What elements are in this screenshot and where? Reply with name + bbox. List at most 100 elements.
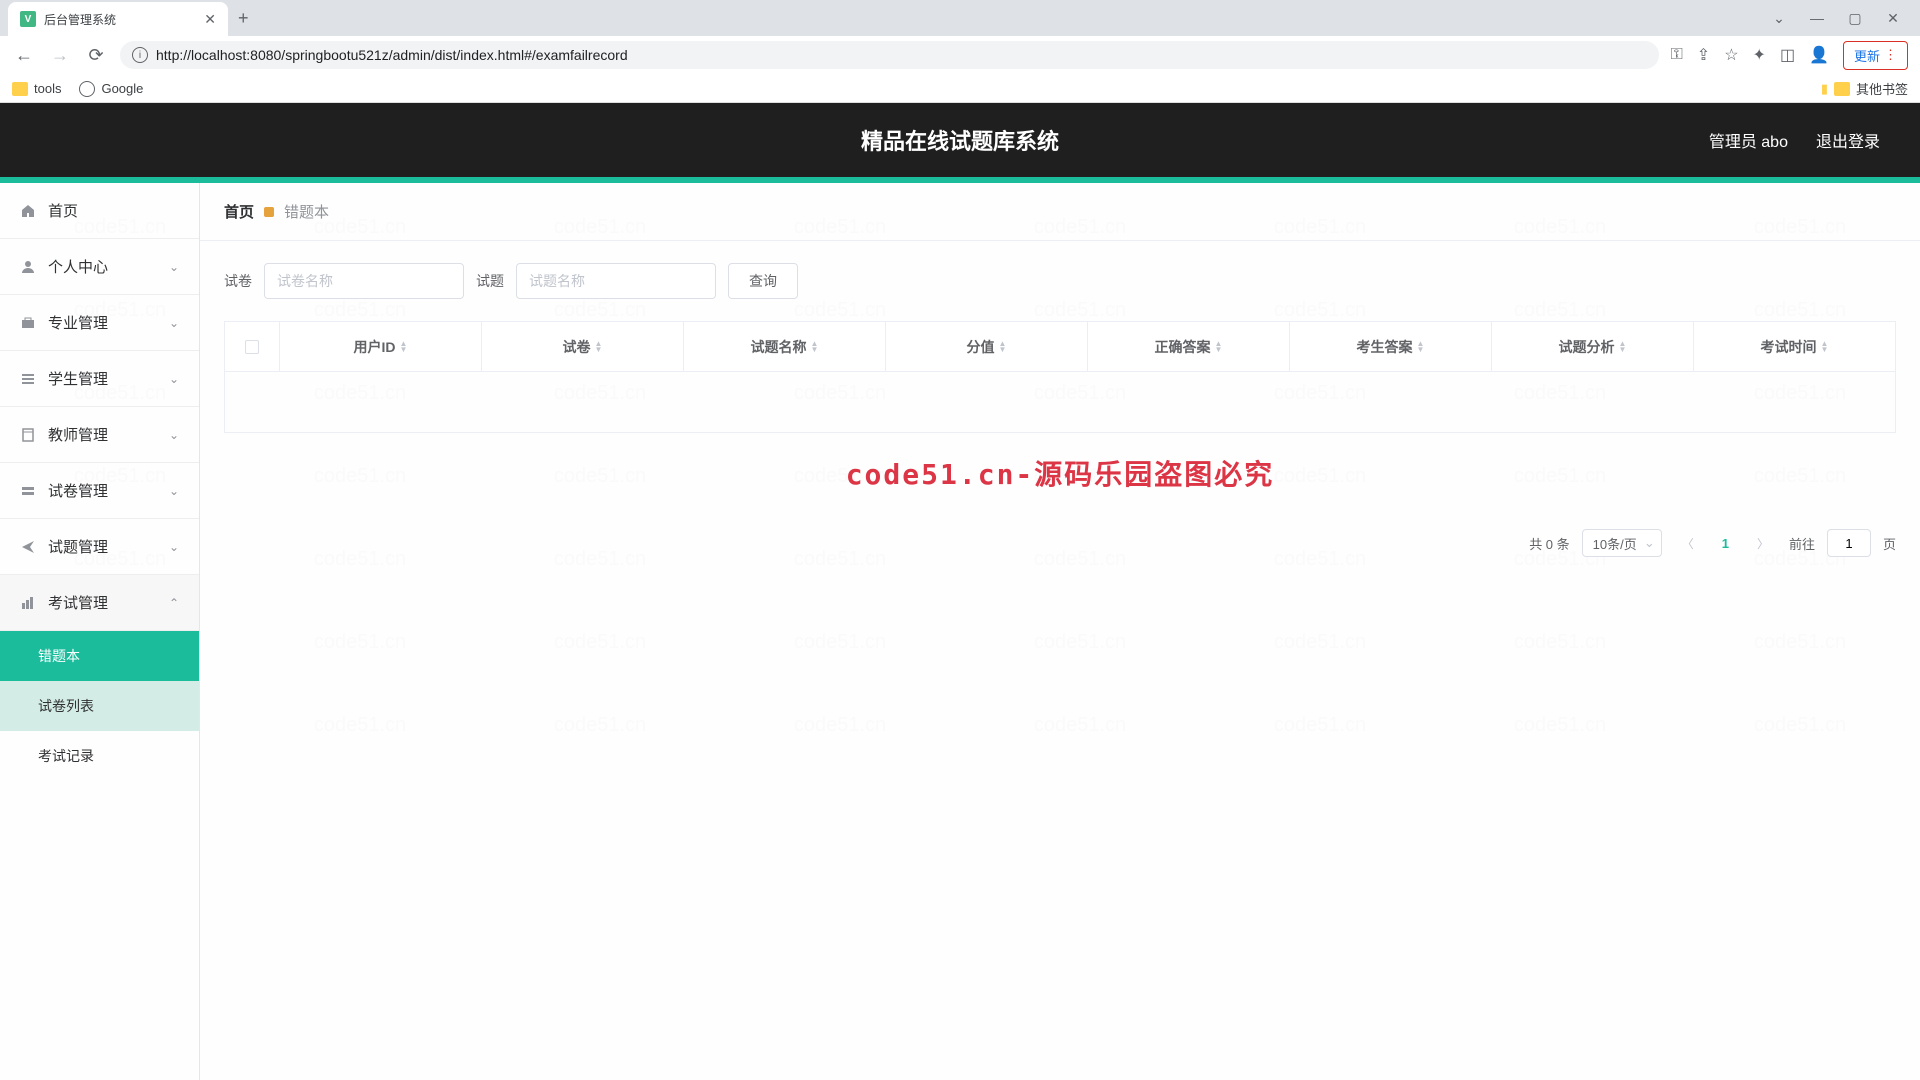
chevron-down-icon[interactable]: ⌄ [1764, 3, 1794, 33]
folder-icon [1834, 82, 1850, 96]
url-text: http://localhost:8080/springbootu521z/ad… [156, 47, 628, 63]
back-icon[interactable]: ← [12, 43, 36, 67]
breadcrumb-home[interactable]: 首页 [224, 201, 254, 222]
address-bar: ← → ⟳ i http://localhost:8080/springboot… [0, 36, 1920, 74]
th-exam-time[interactable]: 考试时间▲▼ [1694, 322, 1895, 371]
sort-icon: ▲▼ [811, 341, 819, 353]
vue-icon: V [20, 11, 36, 27]
submenu-label: 错题本 [38, 646, 80, 666]
data-table: 用户ID▲▼ 试卷▲▼ 试题名称▲▼ 分值▲▼ 正确答案▲▼ 考生答案▲▼ 试题… [224, 321, 1896, 433]
submenu-label: 考试记录 [38, 746, 94, 766]
list-icon [20, 371, 36, 387]
search-button[interactable]: 查询 [728, 263, 798, 299]
page-next-icon[interactable]: 〉 [1749, 529, 1777, 557]
chevron-down-icon: ⌄ [169, 428, 179, 442]
pagination-total: 共 0 条 [1529, 534, 1569, 553]
th-analysis[interactable]: 试题分析▲▼ [1492, 322, 1694, 371]
page-prev-icon[interactable]: 〈 [1674, 529, 1702, 557]
sidepanel-icon[interactable]: ◫ [1780, 45, 1795, 65]
sidebar-item-major[interactable]: 专业管理 ⌄ [0, 295, 199, 351]
bookmark-google[interactable]: Google [79, 81, 143, 97]
app-title: 精品在线试题库系统 [861, 124, 1059, 156]
sidebar-item-home[interactable]: 首页 [0, 183, 199, 239]
th-correct[interactable]: 正确答案▲▼ [1088, 322, 1290, 371]
submenu-paperlist[interactable]: 试卷列表 [0, 681, 199, 731]
submenu-label: 试卷列表 [38, 696, 94, 716]
chevron-down-icon: ⌄ [169, 372, 179, 386]
menu-label: 个人中心 [48, 256, 108, 277]
logout-button[interactable]: 退出登录 [1816, 128, 1880, 152]
user-label[interactable]: 管理员 abo [1709, 128, 1788, 152]
search-question-input[interactable] [516, 263, 716, 299]
sidebar-item-teacher[interactable]: 教师管理 ⌄ [0, 407, 199, 463]
menu-label: 教师管理 [48, 424, 108, 445]
close-window-icon[interactable]: ✕ [1878, 3, 1908, 33]
maximize-icon[interactable]: ▢ [1840, 3, 1870, 33]
send-icon [20, 539, 36, 555]
chevron-down-icon: ⌄ [169, 260, 179, 274]
chevron-up-icon: ⌃ [169, 596, 179, 610]
sort-icon: ▲▼ [400, 341, 408, 353]
share-icon[interactable]: ⇪ [1697, 45, 1710, 65]
th-score[interactable]: 分值▲▼ [886, 322, 1088, 371]
tab-title: 后台管理系统 [44, 11, 116, 28]
profile-icon[interactable]: 👤 [1809, 45, 1829, 65]
sidebar-item-exam[interactable]: 考试管理 ⌃ [0, 575, 199, 631]
sort-icon: ▲▼ [595, 341, 603, 353]
th-paper[interactable]: 试卷▲▼ [482, 322, 684, 371]
tab-bar: V 后台管理系统 ✕ + ⌄ — ▢ ✕ [0, 0, 1920, 36]
breadcrumb: 首页 错题本 [200, 183, 1920, 241]
stack-icon [20, 483, 36, 499]
th-checkbox[interactable] [225, 322, 280, 371]
th-userid[interactable]: 用户ID▲▼ [280, 322, 482, 371]
sort-icon: ▲▼ [1417, 341, 1425, 353]
star-icon[interactable]: ☆ [1724, 45, 1738, 65]
app-header: 精品在线试题库系统 管理员 abo 退出登录 [0, 103, 1920, 177]
table-header: 用户ID▲▼ 试卷▲▼ 试题名称▲▼ 分值▲▼ 正确答案▲▼ 考生答案▲▼ 试题… [225, 322, 1895, 372]
new-tab-button[interactable]: + [228, 8, 259, 29]
submenu-record[interactable]: 考试记录 [0, 731, 199, 781]
folder-icon [12, 82, 28, 96]
briefcase-icon [20, 315, 36, 331]
menu-label: 专业管理 [48, 312, 108, 333]
minimize-icon[interactable]: — [1802, 3, 1832, 33]
close-icon[interactable]: ✕ [204, 11, 216, 28]
browser-chrome: V 后台管理系统 ✕ + ⌄ — ▢ ✕ ← → ⟳ i http://loca… [0, 0, 1920, 103]
watermark-notice: code51.cn-源码乐园盗图必究 [200, 433, 1920, 513]
main-content: 首页 错题本 试卷 试题 查询 用户ID▲▼ 试卷▲▼ 试题名称▲▼ 分值▲▼ … [200, 183, 1920, 1080]
chart-icon [20, 595, 36, 611]
key-icon[interactable]: ⚿ [1671, 46, 1683, 64]
sort-icon: ▲▼ [1821, 341, 1829, 353]
sidebar-item-student[interactable]: 学生管理 ⌄ [0, 351, 199, 407]
goto-input[interactable] [1827, 529, 1871, 557]
sidebar-item-paper[interactable]: 试卷管理 ⌄ [0, 463, 199, 519]
user-icon [20, 259, 36, 275]
table-empty [225, 372, 1895, 432]
window-controls: ⌄ — ▢ ✕ [1764, 3, 1920, 33]
extensions-icon[interactable]: ✦ [1753, 45, 1766, 65]
goto-prefix: 前往 [1789, 534, 1815, 553]
th-question[interactable]: 试题名称▲▼ [684, 322, 886, 371]
search-question-label: 试题 [476, 271, 504, 291]
menu-label: 首页 [48, 200, 78, 221]
page-current[interactable]: 1 [1714, 536, 1737, 551]
search-paper-input[interactable] [264, 263, 464, 299]
breadcrumb-current: 错题本 [284, 201, 329, 222]
menu-label: 试题管理 [48, 536, 108, 557]
sidebar-item-personal[interactable]: 个人中心 ⌄ [0, 239, 199, 295]
breadcrumb-separator-icon [264, 207, 274, 217]
sort-icon: ▲▼ [1619, 341, 1627, 353]
forward-icon[interactable]: → [48, 43, 72, 67]
submenu-wrong[interactable]: 错题本 [0, 631, 199, 681]
bookmark-other[interactable]: ▮ 其他书签 [1821, 79, 1908, 98]
update-button[interactable]: 更新⋮ [1843, 41, 1908, 70]
search-row: 试卷 试题 查询 [200, 241, 1920, 321]
th-student-answer[interactable]: 考生答案▲▼ [1290, 322, 1492, 371]
goto-suffix: 页 [1883, 534, 1896, 553]
reload-icon[interactable]: ⟳ [84, 43, 108, 67]
browser-tab[interactable]: V 后台管理系统 ✕ [8, 2, 228, 36]
url-field[interactable]: i http://localhost:8080/springbootu521z/… [120, 41, 1659, 69]
bookmark-tools[interactable]: tools [12, 81, 61, 96]
page-size-select[interactable]: 10条/页 [1582, 529, 1662, 557]
sidebar-item-question[interactable]: 试题管理 ⌄ [0, 519, 199, 575]
